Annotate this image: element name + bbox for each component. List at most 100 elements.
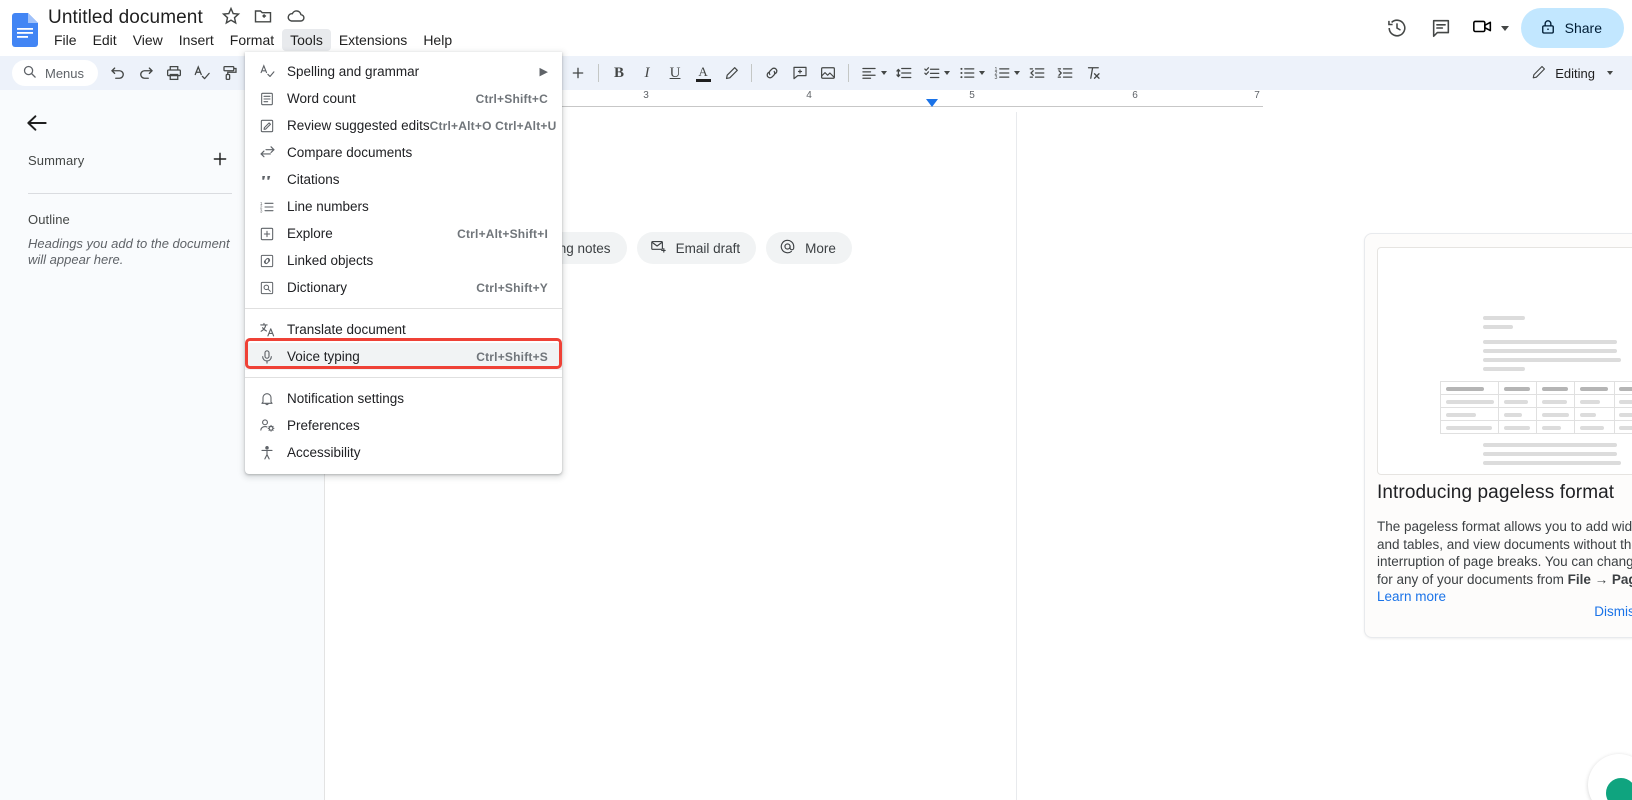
menu-item-translate-document[interactable]: Translate document — [245, 316, 562, 343]
bold-icon[interactable]: B — [605, 59, 633, 87]
paint-format-icon[interactable] — [216, 59, 244, 87]
menu-item-preferences[interactable]: Preferences — [245, 412, 562, 439]
menu-item-label: Compare documents — [287, 145, 413, 160]
add-comment-icon[interactable] — [786, 59, 814, 87]
menu-item-line-numbers[interactable]: 1 2 3 Line numbers — [245, 193, 562, 220]
spellcheck-icon — [257, 62, 277, 82]
menu-extensions[interactable]: Extensions — [331, 29, 415, 51]
menu-item-word-count[interactable]: Word count Ctrl+Shift+C — [245, 85, 562, 112]
menu-item-label: Notification settings — [287, 391, 405, 406]
promo-title: Introducing pageless format — [1377, 482, 1615, 503]
share-label: Share — [1564, 20, 1602, 36]
menu-item-label: Line numbers — [287, 199, 369, 214]
linked-objects-icon — [257, 251, 277, 271]
google-docs-icon[interactable] — [10, 12, 40, 48]
menu-item-label: Spelling and grammar — [287, 64, 420, 79]
email-draft-icon — [650, 238, 667, 258]
menu-item-compare-documents[interactable]: Compare documents — [245, 139, 562, 166]
menu-item-dictionary[interactable]: Dictionary Ctrl+Shift+Y — [245, 274, 562, 301]
top-right-actions: Share — [1377, 8, 1624, 48]
title-block: Untitled document — [48, 5, 305, 31]
dictionary-icon — [257, 278, 277, 298]
ruler-track — [463, 106, 1263, 107]
menu-edit[interactable]: Edit — [85, 29, 125, 51]
menu-item-label: Linked objects — [287, 253, 374, 268]
highlight-icon[interactable] — [717, 59, 745, 87]
microphone-icon — [257, 347, 277, 367]
lock-icon — [1539, 18, 1557, 39]
menu-item-label: Voice typing — [287, 349, 360, 364]
outline-label: Outline — [28, 212, 70, 227]
preferences-icon — [257, 416, 277, 436]
comment-icon[interactable] — [1421, 8, 1461, 48]
at-sign-icon — [779, 238, 796, 258]
pageless-promo-card: Introducing pageless format The pageless… — [1364, 233, 1632, 638]
menu-item-label: Dictionary — [287, 280, 348, 295]
print-icon[interactable] — [160, 59, 188, 87]
line-spacing-icon[interactable] — [890, 59, 918, 87]
menu-item-notification-settings[interactable]: Notification settings — [245, 385, 562, 412]
menu-item-label: Explore — [287, 226, 333, 241]
chip-more[interactable]: More — [766, 232, 852, 264]
menu-item-voice-typing[interactable]: Voice typing Ctrl+Shift+S — [245, 343, 562, 370]
italic-icon[interactable]: I — [633, 59, 661, 87]
menu-item-explore[interactable]: Explore Ctrl+Alt+Shift+I — [245, 220, 562, 247]
bulleted-chevron-down-icon[interactable] — [979, 71, 986, 75]
bulleted-list-icon[interactable] — [953, 59, 981, 87]
indent-marker-icon[interactable] — [926, 99, 938, 107]
numbered-list-icon[interactable]: 1 2 3 — [988, 59, 1016, 87]
spellcheck-icon[interactable] — [188, 59, 216, 87]
menu-bar: File Edit View Insert Format Tools Exten… — [46, 29, 460, 51]
align-icon[interactable] — [855, 59, 883, 87]
menu-item-review-suggested-edits[interactable]: Review suggested edits Ctrl+Alt+O Ctrl+A… — [245, 112, 562, 139]
promo-actions: Dismiss Try it — [1584, 598, 1632, 625]
promo-body: The pageless format allows you to add wi… — [1377, 518, 1632, 606]
text-color-icon[interactable]: A — [689, 59, 717, 87]
chip-email-draft[interactable]: Email draft — [636, 232, 757, 264]
star-icon[interactable] — [221, 6, 241, 26]
menu-item-citations[interactable]: Citations — [245, 166, 562, 193]
menus-search-button[interactable]: Menus — [12, 60, 99, 86]
clear-formatting-icon[interactable] — [1079, 59, 1107, 87]
menu-file[interactable]: File — [46, 29, 85, 51]
checklist-icon[interactable] — [918, 59, 946, 87]
learn-more-link[interactable]: Learn more — [1377, 589, 1446, 604]
font-size-increase[interactable] — [564, 59, 592, 87]
meet-button[interactable] — [1465, 8, 1511, 48]
arrow-back-icon[interactable] — [24, 110, 50, 136]
underline-icon[interactable]: U — [661, 59, 689, 87]
menu-item-linked-objects[interactable]: Linked objects — [245, 247, 562, 274]
numbered-chevron-down-icon[interactable] — [1014, 71, 1021, 75]
redo-icon[interactable] — [132, 59, 160, 87]
insert-image-icon[interactable] — [814, 59, 842, 87]
sidebar-divider — [28, 193, 232, 194]
align-chevron-down-icon[interactable] — [881, 71, 888, 75]
menu-item-shortcut: Ctrl+Shift+Y — [476, 280, 548, 295]
menu-insert[interactable]: Insert — [171, 29, 222, 51]
menu-item-shortcut: Ctrl+Alt+Shift+I — [457, 226, 548, 241]
version-history-icon[interactable] — [1377, 8, 1417, 48]
menu-help[interactable]: Help — [415, 29, 460, 51]
cloud-saved-icon[interactable] — [285, 6, 305, 26]
menu-item-accessibility[interactable]: Accessibility — [245, 439, 562, 466]
menu-item-shortcut: Ctrl+Shift+S — [476, 349, 548, 364]
menu-format[interactable]: Format — [222, 29, 282, 51]
menu-item-spelling-and-grammar[interactable]: Spelling and grammar ▶ — [245, 58, 562, 85]
increase-indent-icon[interactable] — [1051, 59, 1079, 87]
menu-tools[interactable]: Tools — [282, 29, 331, 51]
tools-dropdown-menu: Spelling and grammar ▶ Word count Ctrl+S… — [245, 52, 562, 474]
editing-mode-button[interactable]: Editing — [1521, 59, 1622, 87]
decrease-indent-icon[interactable] — [1023, 59, 1051, 87]
move-to-folder-icon[interactable] — [253, 6, 273, 26]
dismiss-button[interactable]: Dismiss — [1584, 598, 1632, 625]
share-button[interactable]: Share — [1520, 8, 1624, 48]
menu-item-label: Review suggested edits — [287, 118, 430, 133]
menu-view[interactable]: View — [125, 29, 171, 51]
undo-icon[interactable] — [104, 59, 132, 87]
checklist-chevron-down-icon[interactable] — [944, 71, 951, 75]
add-summary-plus-icon[interactable] — [208, 147, 232, 171]
summary-label: Summary — [28, 153, 85, 168]
link-icon[interactable] — [758, 59, 786, 87]
page-title[interactable]: Untitled document — [48, 5, 203, 31]
editing-chevron-down-icon[interactable] — [1607, 71, 1613, 75]
